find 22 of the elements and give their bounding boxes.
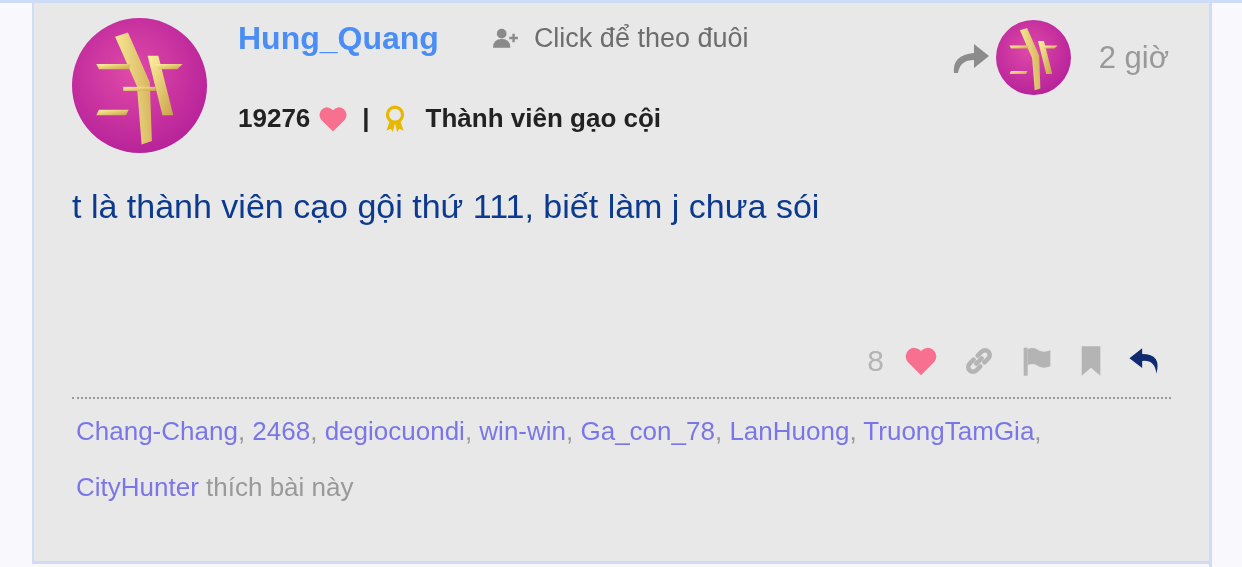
likes-text: Chang-Chang, 2468, degiocuondi, win-win, Ga_con_78, LanHuong, TruongTamGia, CityHunter thích bài này [76,415,1043,504]
add-user-icon [492,27,519,49]
follow-button[interactable]: Click để theo đuôi [492,22,749,54]
post-time: 2 giờ [1098,39,1169,76]
heart-icon[interactable] [904,345,938,377]
user-link[interactable]: 2468 [252,416,311,446]
award-ribbon-icon [383,104,406,133]
username-link[interactable]: Hung_Quang [238,19,439,57]
points-count: 19276 [238,103,311,134]
member-rank: Thành viên gạo cội [425,103,662,134]
user-link[interactable]: TruongTamGia [863,416,1035,446]
heart-icon [318,104,349,133]
post-text: t là thành viên cạo gội thứ 111, biết làm j chưa sói [72,187,821,226]
logo-icon [995,20,1071,95]
user-link[interactable]: Chang-Chang [76,416,238,446]
separator: | [362,103,370,134]
user-link[interactable]: degiocuondi [324,416,465,446]
user-link[interactable]: CityHunter [76,472,199,502]
user-link[interactable]: win-win [479,416,566,446]
user-link[interactable]: LanHuong [729,416,850,446]
user-link[interactable]: Ga_con_78 [580,416,715,446]
avatar-logo-icon[interactable] [72,18,207,153]
